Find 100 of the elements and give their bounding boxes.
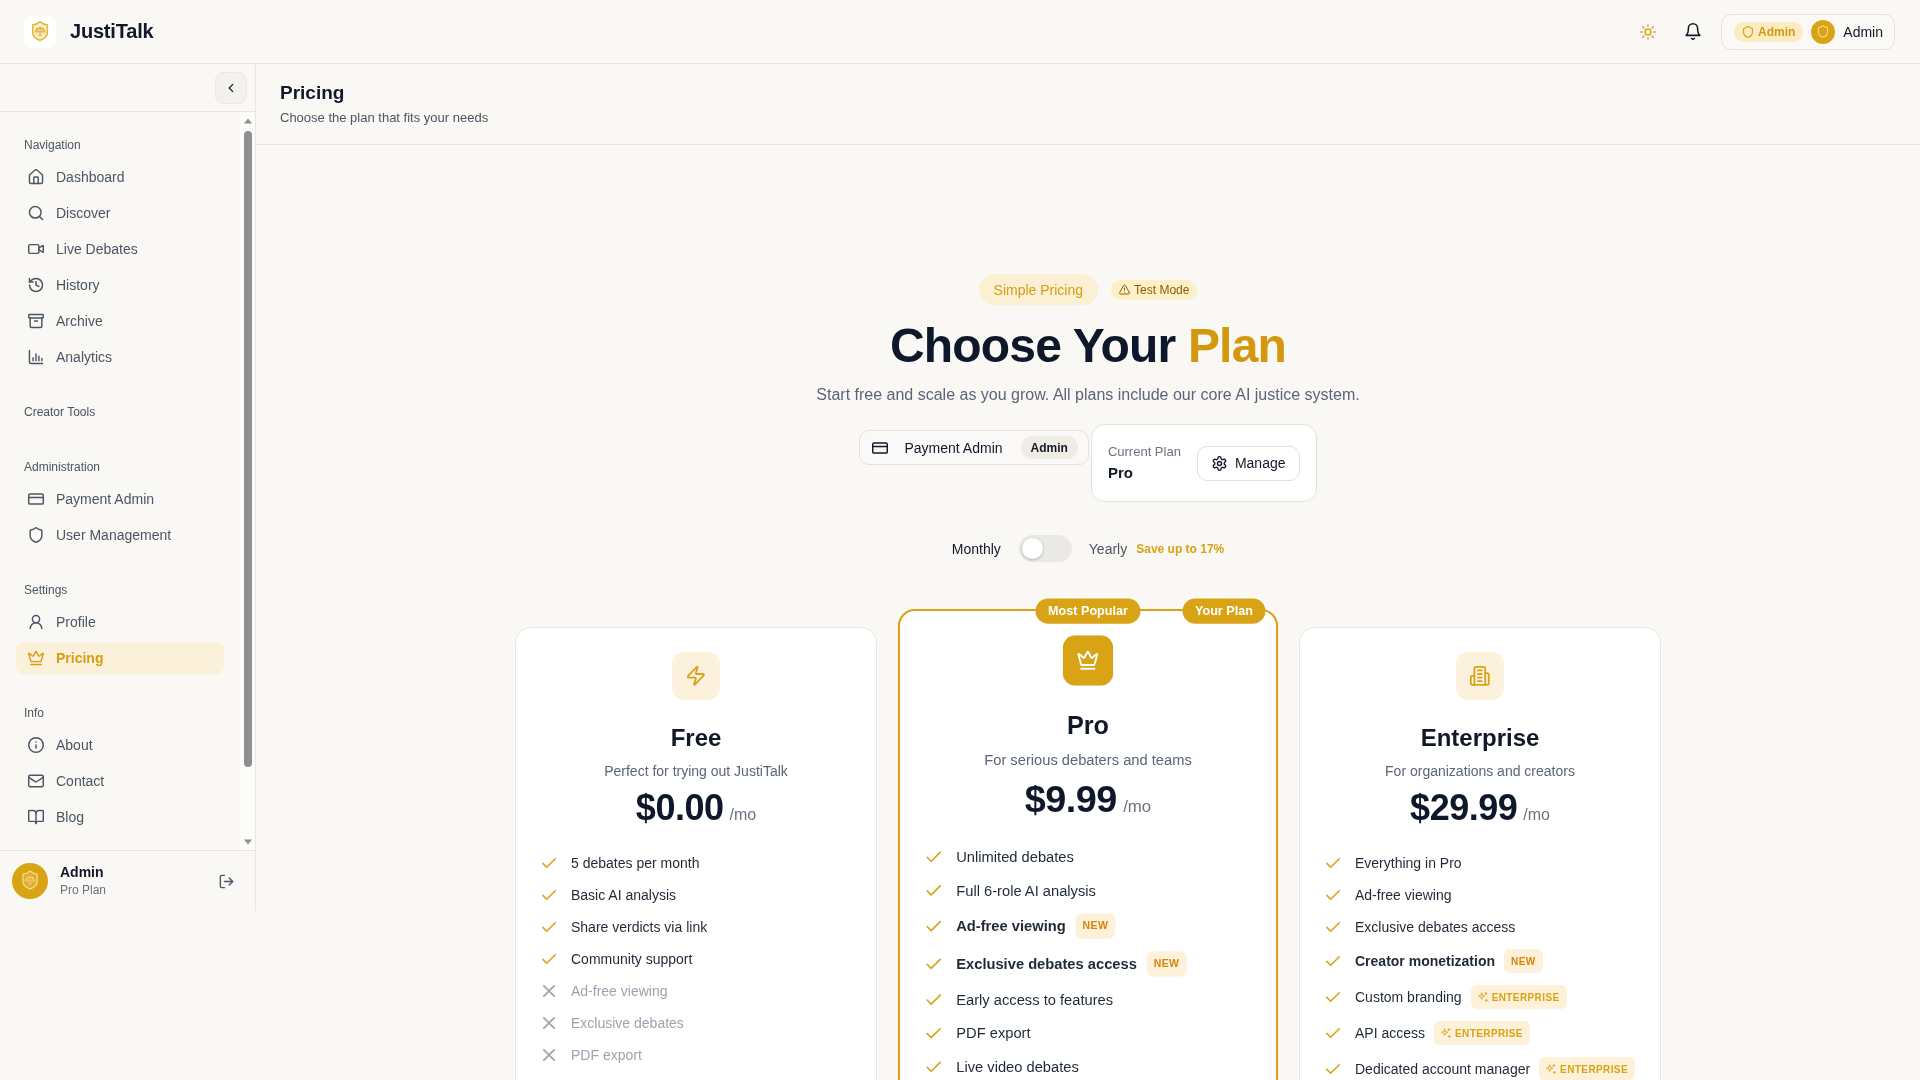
chevron-left-icon [228, 82, 234, 93]
feature-label: Everything in Pro [1355, 855, 1462, 871]
plan-ribbon: Your Plan [1182, 598, 1266, 624]
logout-icon[interactable] [219, 873, 234, 889]
price-period: /mo [729, 806, 757, 824]
feature-label: Exclusive debates access [1355, 919, 1516, 935]
hero-subtitle: Start free and scale as you grow. All plans include our core AI justice system. [816, 385, 1360, 405]
savings-note: Save up to 17% [1136, 541, 1225, 556]
feature-label: API access [1355, 1025, 1426, 1041]
bell-icon[interactable] [1684, 23, 1701, 40]
feature-label: Ad-free viewing [571, 983, 668, 999]
plan-ribbon: Most Popular [1035, 598, 1141, 624]
plan-tagline: Perfect for trying out JustiTalk [604, 762, 788, 780]
feature-label: Community support [571, 951, 693, 967]
credit-card-icon [871, 439, 888, 456]
warning-icon [1119, 284, 1131, 295]
feature-label: Share verdicts via link [571, 919, 708, 935]
lightning-icon [672, 652, 720, 700]
sidebar-item[interactable]: Discover [16, 197, 224, 229]
payment-admin-button[interactable]: Payment Admin Admin [858, 430, 1089, 465]
section-label: Info [23, 705, 45, 722]
new-tag: NEW [1146, 950, 1187, 976]
sidebar-item[interactable]: Profile [16, 606, 224, 638]
feature-label: Unlimited debates [956, 847, 1074, 865]
role-label: Admin [1757, 24, 1796, 39]
caret-up-icon[interactable] [243, 118, 252, 124]
archive-box-icon [28, 313, 44, 329]
bar-chart-icon [28, 349, 44, 365]
user-name: Admin [60, 864, 105, 881]
sidebar-item[interactable]: Contact [16, 765, 224, 797]
plan-price: $9.99 [1024, 775, 1117, 822]
sidebar-item[interactable]: Live Debates [16, 233, 224, 265]
feature-label: PDF export [956, 1024, 1031, 1042]
sparkle-icon [1441, 1028, 1452, 1038]
feature-label: Early access to features [956, 990, 1114, 1008]
scrollbar-thumb[interactable] [243, 131, 252, 767]
envelope-icon [28, 773, 44, 789]
feature-label: Exclusive debates access [956, 954, 1137, 972]
search-icon [28, 205, 44, 221]
feature-label: Full 6-role AI analysis [956, 881, 1096, 899]
credit-card-icon [28, 491, 44, 507]
caret-down-icon[interactable] [243, 839, 252, 845]
shield-avatar-icon [1811, 19, 1836, 44]
role-badge: Admin [1020, 436, 1078, 459]
tier-label: ENTERPRISE [1455, 1027, 1523, 1039]
current-plan-label: Current Plan [1107, 443, 1181, 461]
plan-name: Enterprise [1420, 723, 1540, 753]
video-camera-icon [28, 241, 44, 257]
sparkle-icon [1546, 1064, 1557, 1074]
price-period: /mo [1523, 806, 1550, 824]
plan-name: Free [670, 723, 722, 753]
sidebar-item[interactable]: Blog [16, 801, 224, 833]
crown-icon [1062, 634, 1114, 686]
feature-label: Custom branding [1355, 989, 1462, 1005]
feature-label: PDF export [571, 1047, 642, 1063]
collapse-button[interactable] [215, 71, 247, 104]
sidebar-item[interactable]: History [16, 269, 224, 301]
shield-avatar-icon [12, 863, 48, 899]
tier-label: ENTERPRISE [1560, 1063, 1628, 1075]
feature-label: Ad-free viewing [1355, 887, 1452, 903]
sidebar-item[interactable]: Dashboard [16, 161, 224, 193]
section-label: Settings [23, 582, 69, 599]
shield-icon [1741, 25, 1754, 38]
feature-label: Ad-free viewing [956, 917, 1066, 934]
section-label: Navigation [23, 137, 82, 154]
sun-icon[interactable] [1639, 23, 1656, 40]
house-icon [28, 169, 44, 185]
plan-price: $29.99 [1410, 786, 1518, 830]
feature-label: Dedicated account manager [1355, 1061, 1531, 1077]
sparkle-icon [1477, 992, 1488, 1002]
section-label: Creator Tools [23, 404, 97, 421]
section-label: Administration [23, 459, 102, 476]
sidebar-item[interactable]: Payment Admin [16, 483, 224, 515]
user-plan: Pro Plan [60, 883, 108, 898]
plan-name: Pro [1067, 709, 1109, 741]
current-plan-value: Pro [1107, 463, 1134, 483]
billing-option[interactable]: Yearly [1088, 540, 1128, 557]
sidebar-item[interactable]: User Management [16, 519, 224, 551]
price-period: /mo [1123, 796, 1152, 816]
brand-name: JustiTalk [70, 20, 154, 43]
user-icon [28, 614, 44, 630]
billing-option[interactable]: Monthly [951, 540, 1001, 557]
open-book-icon [28, 809, 44, 825]
user-menu[interactable]: Admin Admin [1720, 13, 1895, 50]
gear-icon [1211, 455, 1227, 471]
sidebar-item[interactable]: About [16, 729, 224, 761]
shield-icon [28, 527, 44, 543]
page-title: Pricing [280, 81, 346, 105]
billing-switch[interactable] [1018, 535, 1072, 562]
history-icon [28, 277, 44, 293]
manage-button[interactable]: Manage [1196, 445, 1301, 481]
crown-icon [28, 650, 44, 666]
feature-label: Basic AI analysis [571, 887, 677, 903]
info-icon [28, 737, 44, 753]
sidebar-item[interactable]: Analytics [16, 341, 224, 373]
test-mode-label: Test Mode [1134, 282, 1190, 297]
feature-label: Exclusive debates [571, 1015, 684, 1031]
plan-price: $0.00 [635, 786, 724, 830]
sidebar-item[interactable]: Archive [16, 305, 224, 337]
plan-tagline: For serious debaters and teams [984, 750, 1192, 770]
